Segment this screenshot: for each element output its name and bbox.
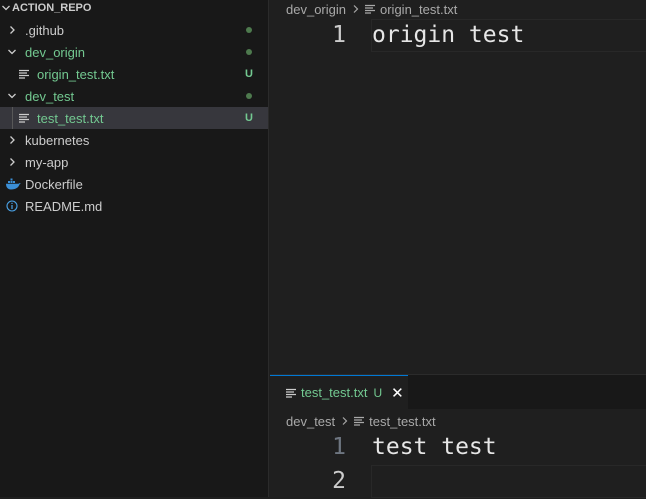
line-text[interactable]: origin test xyxy=(372,22,524,48)
untracked-badge: U xyxy=(245,68,253,80)
tree-item-label: dev_origin xyxy=(25,44,85,60)
modified-dot-indicator xyxy=(246,49,252,55)
text-file-icon xyxy=(365,4,375,14)
text-file-icon xyxy=(286,388,296,398)
tree-item-label: Dockerfile xyxy=(25,176,83,192)
explorer-sidebar: ACTION_REPO .github dev_origin origin_te… xyxy=(0,0,269,497)
breadcrumb: dev_test test_test.txt xyxy=(286,412,436,430)
line-number: 1 xyxy=(332,434,346,460)
breadcrumb-folder[interactable]: dev_origin xyxy=(286,2,346,17)
tree-file-dockerfile[interactable]: Dockerfile xyxy=(0,173,268,195)
info-icon xyxy=(6,195,18,217)
modified-dot-indicator xyxy=(246,93,252,99)
close-icon[interactable]: ✕ xyxy=(391,384,404,402)
breadcrumb-file[interactable]: test_test.txt xyxy=(369,414,435,429)
tree-item-label: my-app xyxy=(25,154,69,170)
line-text[interactable]: test test xyxy=(372,434,497,460)
tree-folder-my-app[interactable]: my-app xyxy=(0,151,268,173)
tree-item-label: .github xyxy=(25,22,65,38)
text-file-icon xyxy=(354,416,365,426)
docker-icon xyxy=(5,173,21,195)
chevron-right-icon xyxy=(6,151,18,173)
tree-folder-dev-test[interactable]: dev_test xyxy=(0,85,268,107)
breadcrumb-folder[interactable]: dev_test xyxy=(286,414,335,429)
tree-file-readme[interactable]: README.md xyxy=(0,195,268,217)
chevron-right-icon xyxy=(6,129,18,151)
breadcrumb: dev_origin origin_test.txt xyxy=(286,0,457,18)
chevron-right-icon xyxy=(341,416,349,426)
tree-item-label: kubernetes xyxy=(25,132,90,148)
tab-bar: test_test.txt U ✕ xyxy=(270,375,646,409)
editor-group-top: dev_origin origin_test.txt 1 origin test xyxy=(270,0,646,374)
breadcrumb-file[interactable]: origin_test.txt xyxy=(380,2,457,17)
explorer-root-label: ACTION_REPO xyxy=(12,2,92,14)
modified-dot-indicator xyxy=(246,27,252,33)
tree-folder-kubernetes[interactable]: kubernetes xyxy=(0,129,268,151)
tree-file-test-test[interactable]: test_test.txt U xyxy=(0,107,268,129)
text-file-icon xyxy=(18,63,30,85)
tree-item-label: test_test.txt xyxy=(37,110,104,126)
line-number: 2 xyxy=(332,468,346,494)
untracked-badge: U xyxy=(245,112,253,124)
tree-folder-github[interactable]: .github xyxy=(0,19,268,41)
editor-group-bottom: test_test.txt U ✕ dev_test test_test.txt… xyxy=(270,374,646,499)
chevron-right-icon xyxy=(6,19,18,41)
untracked-badge: U xyxy=(373,385,383,400)
code-line[interactable]: 1 test test xyxy=(270,431,646,465)
chevron-down-icon xyxy=(0,3,12,13)
code-line[interactable]: 1 origin test xyxy=(270,19,646,53)
tab-test-test[interactable]: test_test.txt U ✕ xyxy=(270,375,408,409)
code-line[interactable]: 2 xyxy=(270,465,646,499)
tree-file-origin-test[interactable]: origin_test.txt U xyxy=(0,63,268,85)
chevron-down-icon xyxy=(6,41,18,63)
tree-item-label: origin_test.txt xyxy=(37,66,115,82)
text-file-icon xyxy=(18,107,30,129)
tab-label: test_test.txt xyxy=(301,385,368,400)
indent-guide xyxy=(12,107,13,129)
chevron-down-icon xyxy=(6,85,18,107)
tree-item-label: README.md xyxy=(25,198,103,214)
chevron-right-icon xyxy=(352,4,360,14)
tree-folder-dev-origin[interactable]: dev_origin xyxy=(0,41,268,63)
tree-item-label: dev_test xyxy=(25,88,75,104)
line-number: 1 xyxy=(332,22,346,48)
explorer-root[interactable]: ACTION_REPO xyxy=(0,0,268,16)
